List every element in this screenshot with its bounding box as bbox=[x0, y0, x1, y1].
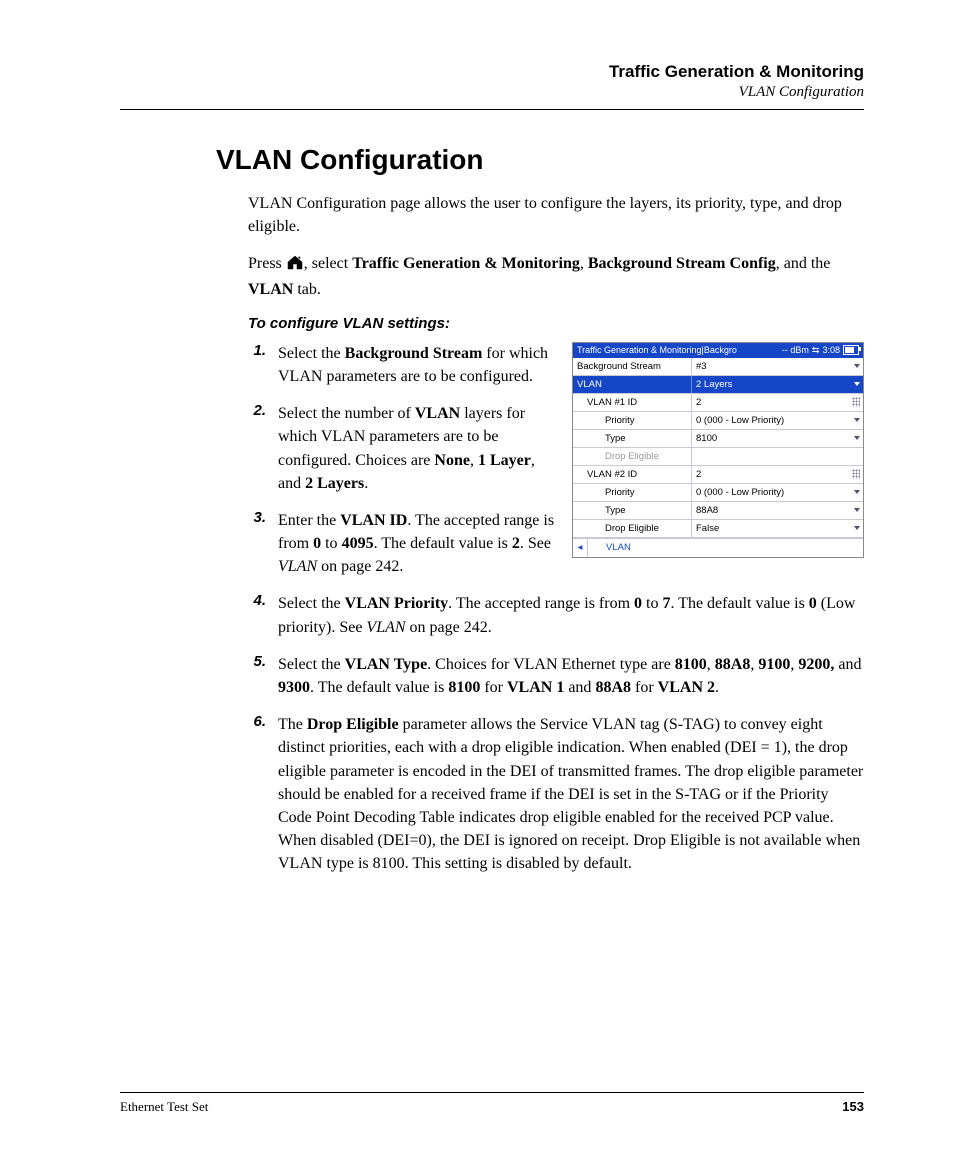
signal-readout: -- dBm bbox=[782, 345, 809, 355]
nav-paragraph: Press , select Traffic Generation & Moni… bbox=[248, 252, 864, 300]
screenshot-row-value[interactable]: 0 (000 - Low Priority) bbox=[691, 412, 863, 429]
chevron-down-icon bbox=[854, 490, 860, 494]
nav-text: , and the bbox=[776, 255, 831, 272]
chevron-down-icon bbox=[854, 508, 860, 512]
screenshot-row-value[interactable]: #3 bbox=[691, 358, 863, 375]
header-rule bbox=[120, 109, 864, 110]
nav-bold: Traffic Generation & Monitoring bbox=[352, 255, 580, 272]
chevron-down-icon bbox=[854, 436, 860, 440]
screenshot-row[interactable]: Type88A8 bbox=[573, 502, 863, 520]
step-number: 4. bbox=[248, 592, 266, 638]
screenshot-row-value[interactable]: False bbox=[691, 520, 863, 537]
screenshot-row-label: Type bbox=[573, 505, 691, 516]
screenshot-row-value[interactable] bbox=[691, 448, 863, 465]
procedure-step: 2.Select the number of VLAN layers for w… bbox=[248, 402, 560, 495]
nav-text: Press bbox=[248, 255, 286, 272]
footer-doc-title: Ethernet Test Set bbox=[120, 1099, 842, 1115]
chevron-down-icon bbox=[854, 418, 860, 422]
nav-text: tab. bbox=[293, 281, 321, 298]
screenshot-row[interactable]: Priority0 (000 - Low Priority) bbox=[573, 412, 863, 430]
procedure-step: 1. Select the Background Stream for which… bbox=[248, 342, 560, 388]
procedure-subhead: To configure VLAN settings: bbox=[248, 315, 864, 332]
screenshot-row[interactable]: VLAN2 Layers bbox=[573, 376, 863, 394]
page-footer: Ethernet Test Set 153 bbox=[120, 1092, 864, 1115]
screenshot-tabbar: ◂ VLAN bbox=[573, 538, 863, 557]
step-number: 6. bbox=[248, 713, 266, 875]
screenshot-row-label: VLAN #2 ID bbox=[573, 469, 691, 480]
screenshot-row[interactable]: Priority0 (000 - Low Priority) bbox=[573, 484, 863, 502]
nav-text: , select bbox=[304, 255, 352, 272]
screenshot-row-value[interactable]: 2 bbox=[691, 466, 863, 483]
grip-icon bbox=[852, 469, 860, 479]
chevron-down-icon bbox=[854, 526, 860, 530]
section-heading: VLAN Configuration bbox=[216, 144, 864, 176]
intro-paragraph: VLAN Configuration page allows the user … bbox=[248, 192, 864, 238]
nav-text: , bbox=[580, 255, 588, 272]
screenshot-row[interactable]: VLAN #2 ID2 bbox=[573, 466, 863, 484]
screenshot-row-label: VLAN bbox=[573, 379, 691, 390]
sync-icon: ⇆ bbox=[812, 345, 820, 356]
step-number: 2. bbox=[248, 402, 266, 495]
clock-readout: 3:08 bbox=[822, 345, 840, 355]
screenshot-row-label: Priority bbox=[573, 487, 691, 498]
chevron-down-icon bbox=[854, 382, 860, 386]
screenshot-row-value[interactable]: 2 bbox=[691, 394, 863, 411]
screenshot-titlebar: Traffic Generation & Monitoring|Backgro … bbox=[573, 343, 863, 358]
screenshot-row[interactable]: Drop Eligible bbox=[573, 448, 863, 466]
screenshot-row-label: Drop Eligible bbox=[573, 523, 691, 534]
screenshot-row[interactable]: VLAN #1 ID2 bbox=[573, 394, 863, 412]
step-number: 5. bbox=[248, 653, 266, 699]
step-text: Select the VLAN Priority. The accepted r… bbox=[278, 592, 864, 638]
screenshot-row-value[interactable]: 8100 bbox=[691, 430, 863, 447]
grip-icon bbox=[852, 397, 860, 407]
step-number: 1. bbox=[248, 342, 266, 388]
step-text: Enter the VLAN ID. The accepted range is… bbox=[278, 509, 560, 579]
screenshot-row-value[interactable]: 2 Layers bbox=[691, 376, 863, 393]
footer-page-number: 153 bbox=[842, 1099, 864, 1115]
procedure-step: 3.Enter the VLAN ID. The accepted range … bbox=[248, 509, 560, 579]
tab-vlan[interactable]: VLAN bbox=[588, 542, 631, 553]
screenshot-row-value[interactable]: 88A8 bbox=[691, 502, 863, 519]
step-text: The Drop Eligible parameter allows the S… bbox=[278, 713, 864, 875]
screenshot-row-label: Type bbox=[573, 433, 691, 444]
step-number: 3. bbox=[248, 509, 266, 579]
tab-scroll-left-icon[interactable]: ◂ bbox=[573, 539, 588, 557]
breadcrumb: VLAN Configuration bbox=[120, 84, 864, 101]
chevron-down-icon bbox=[854, 364, 860, 368]
procedure-step: 5. Select the VLAN Type. Choices for VLAN… bbox=[248, 653, 864, 699]
step-text: Select the VLAN Type. Choices for VLAN E… bbox=[278, 653, 864, 699]
screenshot-row-label: Background Stream bbox=[573, 361, 691, 372]
nav-bold: VLAN bbox=[248, 281, 293, 298]
screenshot-row-label: Priority bbox=[573, 415, 691, 426]
screenshot-row[interactable]: Background Stream#3 bbox=[573, 358, 863, 376]
screenshot-row-label: VLAN #1 ID bbox=[573, 397, 691, 408]
screenshot-row[interactable]: Drop EligibleFalse bbox=[573, 520, 863, 538]
screenshot-row[interactable]: Type8100 bbox=[573, 430, 863, 448]
procedure-step: 4. Select the VLAN Priority. The accepted… bbox=[248, 592, 864, 638]
home-icon bbox=[286, 254, 304, 277]
screenshot-title-text: Traffic Generation & Monitoring|Backgro bbox=[577, 345, 737, 355]
ui-screenshot-figure: Traffic Generation & Monitoring|Backgro … bbox=[572, 342, 864, 558]
screenshot-row-value[interactable]: 0 (000 - Low Priority) bbox=[691, 484, 863, 501]
chapter-title: Traffic Generation & Monitoring bbox=[120, 62, 864, 82]
procedure-step: 6.The Drop Eligible parameter allows the… bbox=[248, 713, 864, 875]
battery-icon bbox=[843, 345, 859, 355]
screenshot-row-label: Drop Eligible bbox=[573, 451, 691, 462]
step-text: Select the Background Stream for which V… bbox=[278, 342, 560, 388]
nav-bold: Background Stream Config bbox=[588, 255, 776, 272]
step-text: Select the number of VLAN layers for whi… bbox=[278, 402, 560, 495]
